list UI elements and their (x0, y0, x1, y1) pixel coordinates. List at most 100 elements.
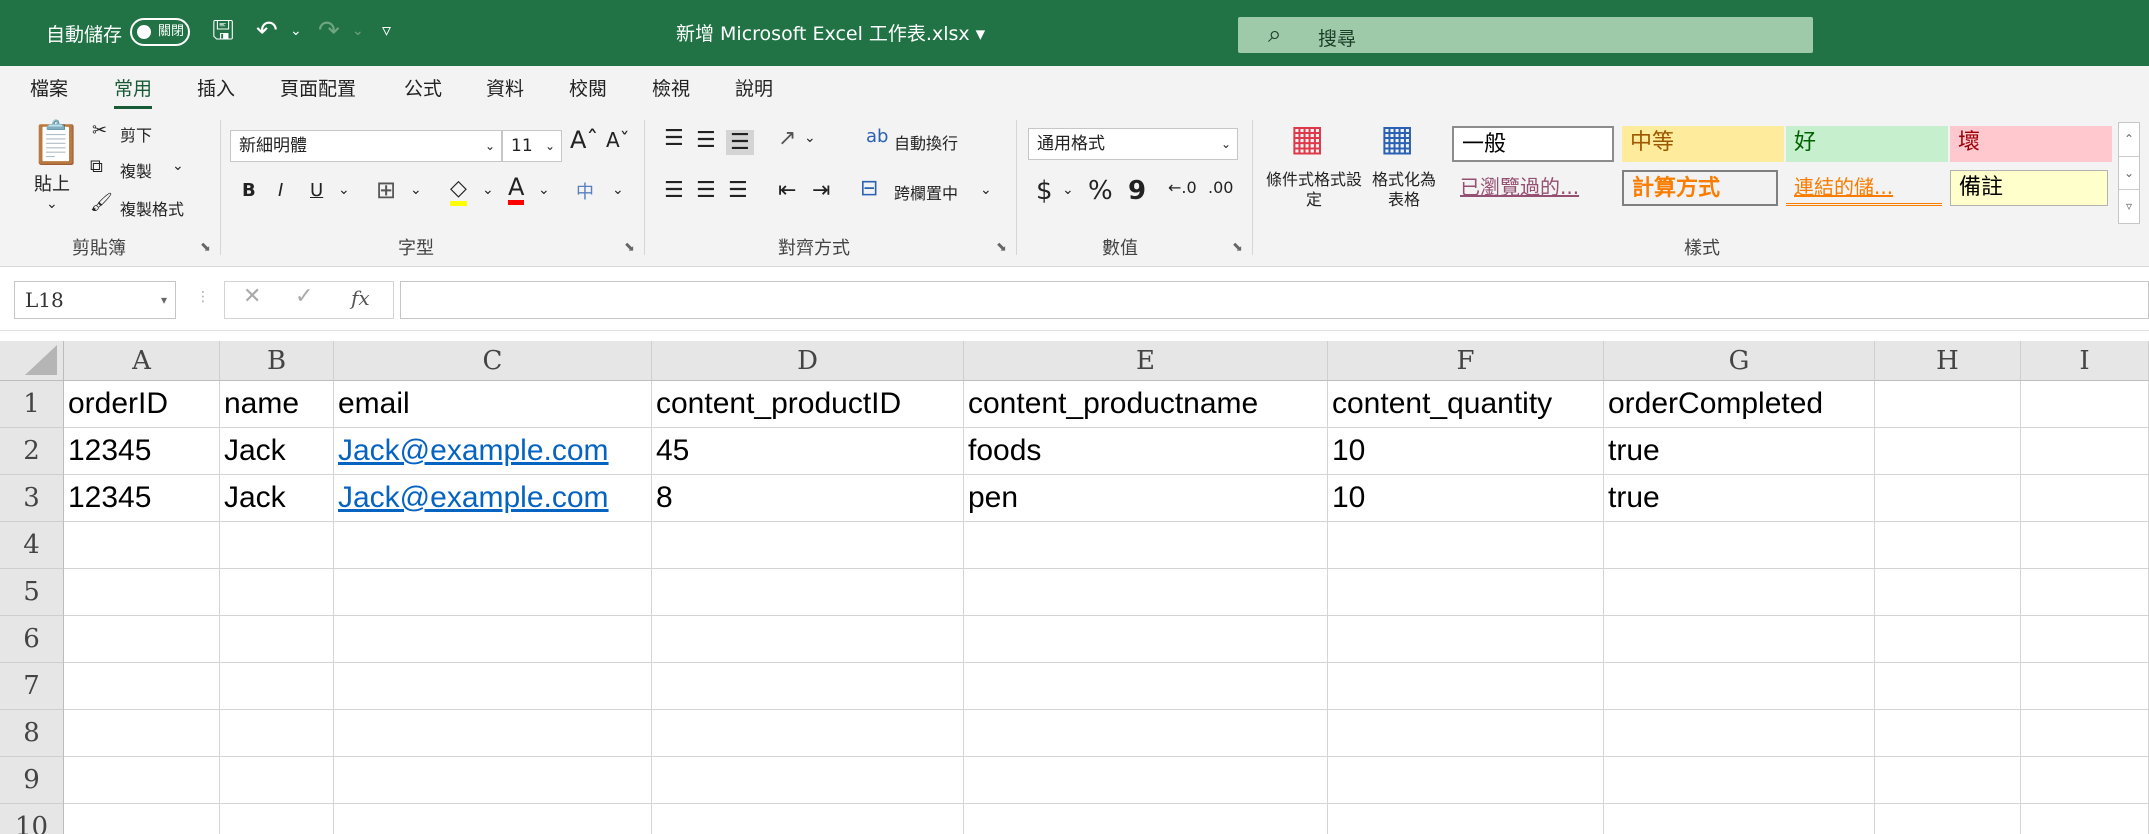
decrease-indent-icon[interactable]: ⇤ (778, 178, 796, 203)
cell-i7[interactable] (2021, 663, 2149, 710)
cell-g6[interactable] (1604, 616, 1875, 663)
undo-dropdown-icon[interactable]: ⌄ (290, 14, 302, 48)
fill-color-dropdown-icon[interactable]: ⌄ (482, 182, 494, 198)
style-good[interactable]: 好 (1786, 126, 1948, 162)
column-header-g[interactable]: G (1604, 341, 1875, 381)
cell-a4[interactable] (64, 522, 220, 569)
font-size-select[interactable]: 11 ⌄ (502, 130, 562, 162)
cell-f5[interactable] (1328, 569, 1604, 616)
cell-g4[interactable] (1604, 522, 1875, 569)
column-header-f[interactable]: F (1328, 341, 1604, 381)
tab-home[interactable]: 常用 (114, 74, 153, 109)
cell-h5[interactable] (1875, 569, 2021, 616)
phonetic-dropdown-icon[interactable]: ⌄ (612, 182, 624, 198)
cell-e7[interactable] (964, 663, 1328, 710)
wrap-text-icon[interactable]: ab (866, 126, 888, 147)
cell-d4[interactable] (652, 522, 964, 569)
cell-i9[interactable] (2021, 757, 2149, 804)
tab-insert[interactable]: 插入 (197, 74, 235, 101)
cell-c10[interactable] (334, 804, 652, 834)
decrease-font-icon[interactable]: Aˇ (606, 128, 630, 152)
cell-i8[interactable] (2021, 710, 2149, 757)
column-header-b[interactable]: B (220, 341, 334, 381)
cell-d7[interactable] (652, 663, 964, 710)
increase-indent-icon[interactable]: ⇥ (812, 178, 830, 203)
wrap-text-button[interactable]: 自動換行 (894, 130, 958, 154)
cell-g8[interactable] (1604, 710, 1875, 757)
cell-c6[interactable] (334, 616, 652, 663)
row-header-6[interactable]: 6 (0, 616, 64, 663)
cell-d8[interactable] (652, 710, 964, 757)
cell-b6[interactable] (220, 616, 334, 663)
cell-c8[interactable] (334, 710, 652, 757)
row-header-9[interactable]: 9 (0, 757, 64, 804)
cell-b2[interactable]: Jack (220, 428, 334, 475)
column-header-c[interactable]: C (334, 341, 652, 381)
cell-e10[interactable] (964, 804, 1328, 834)
cell-d5[interactable] (652, 569, 964, 616)
cell-a7[interactable] (64, 663, 220, 710)
cell-c2[interactable]: Jack@example.com (334, 428, 652, 475)
cell-f10[interactable] (1328, 804, 1604, 834)
align-top-icon[interactable]: ☰ (664, 126, 684, 151)
cell-g5[interactable] (1604, 569, 1875, 616)
cell-b10[interactable] (220, 804, 334, 834)
cell-a3[interactable]: 12345 (64, 475, 220, 522)
align-bottom-icon[interactable]: ☰ (726, 130, 754, 155)
font-launcher-icon[interactable]: ⬊ (624, 240, 635, 255)
column-header-e[interactable]: E (964, 341, 1328, 381)
enter-icon[interactable]: ✓ (295, 284, 313, 309)
style-linked-cell[interactable]: 連結的儲... (1786, 170, 1942, 206)
cell-i6[interactable] (2021, 616, 2149, 663)
cell-g2[interactable]: true (1604, 428, 1875, 475)
font-name-select[interactable]: 新細明體 ⌄ (230, 130, 502, 162)
cell-c3[interactable]: Jack@example.com (334, 475, 652, 522)
format-table-icon[interactable]: ▦ (1380, 118, 1414, 159)
cell-b3[interactable]: Jack (220, 475, 334, 522)
cell-d9[interactable] (652, 757, 964, 804)
italic-button[interactable]: I (278, 180, 283, 201)
row-header-10[interactable]: 10 (0, 804, 64, 834)
tab-file[interactable]: 檔案 (30, 74, 68, 101)
copy-icon[interactable]: ⧉ (90, 156, 103, 177)
cell-d2[interactable]: 45 (652, 428, 964, 475)
style-note[interactable]: 備註 (1950, 170, 2108, 206)
cell-c5[interactable] (334, 569, 652, 616)
conditional-format-button[interactable]: 條件式格式設定 (1266, 170, 1362, 210)
merge-center-icon[interactable]: ⊟ (860, 176, 878, 201)
row-header-2[interactable]: 2 (0, 428, 64, 475)
copy-dropdown-icon[interactable]: ⌄ (172, 158, 184, 174)
align-right-icon[interactable]: ☰ (728, 178, 748, 203)
increase-decimal-icon[interactable]: ←.0 (1168, 178, 1197, 197)
decrease-decimal-icon[interactable]: .00 (1208, 178, 1233, 197)
cell-b8[interactable] (220, 710, 334, 757)
underline-dropdown-icon[interactable]: ⌄ (338, 182, 350, 198)
phonetic-icon[interactable]: 中 (576, 178, 594, 204)
number-launcher-icon[interactable]: ⬊ (1232, 240, 1243, 255)
paste-dropdown-icon[interactable]: ⌄ (46, 196, 58, 212)
tab-help[interactable]: 說明 (735, 74, 773, 101)
row-header-3[interactable]: 3 (0, 475, 64, 522)
paste-button[interactable]: 貼上 (34, 170, 70, 196)
cell-h1[interactable] (1875, 381, 2021, 428)
cell-i3[interactable] (2021, 475, 2149, 522)
style-calculation[interactable]: 計算方式 (1622, 170, 1778, 206)
cell-b1[interactable]: name (220, 381, 334, 428)
cell-c7[interactable] (334, 663, 652, 710)
drag-handle-icon[interactable]: ⋮ (196, 289, 210, 305)
cell-i2[interactable] (2021, 428, 2149, 475)
currency-dropdown-icon[interactable]: ⌄ (1062, 182, 1074, 198)
cut-icon[interactable]: ✂ (92, 120, 107, 141)
cell-a9[interactable] (64, 757, 220, 804)
font-color-icon[interactable]: A (508, 174, 525, 205)
align-left-icon[interactable]: ☰ (664, 178, 684, 203)
undo-icon[interactable]: ↶ (256, 14, 278, 48)
copy-button[interactable]: 複製 (120, 158, 152, 182)
cell-f7[interactable] (1328, 663, 1604, 710)
insert-function-button[interactable]: fx (351, 286, 370, 310)
cut-button[interactable]: 剪下 (120, 122, 152, 146)
cell-e6[interactable] (964, 616, 1328, 663)
cell-g7[interactable] (1604, 663, 1875, 710)
row-header-4[interactable]: 4 (0, 522, 64, 569)
cell-i5[interactable] (2021, 569, 2149, 616)
